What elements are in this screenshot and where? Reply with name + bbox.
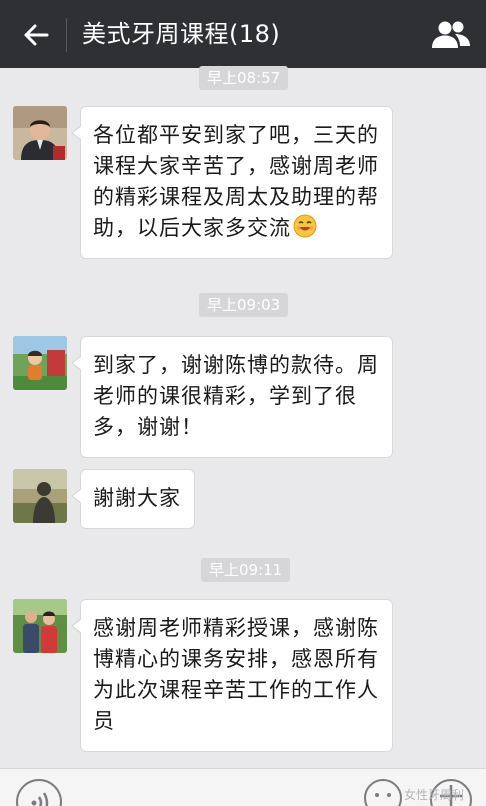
message-line: 课程大家辛苦了，感谢周老师 (93, 154, 379, 178)
sender-avatar[interactable] (13, 469, 67, 523)
message-line: 的精彩课程及周太及助理的帮 (93, 185, 379, 209)
sender-avatar[interactable] (13, 336, 67, 390)
group-members-icon (432, 21, 470, 48)
message-list[interactable]: 早上08:57 各位都平安到家了吧，三天的 课程大家辛苦了，感谢周老师 的精彩课… (0, 66, 486, 768)
message-bubble[interactable]: 各位都平安到家了吧，三天的 课程大家辛苦了，感谢周老师 的精彩课程及周太及助理的… (71, 106, 393, 259)
sender-avatar[interactable] (13, 599, 67, 653)
avatar-child (13, 336, 67, 390)
message-line: 老师的课很精彩，学到了很 (93, 384, 357, 408)
avatar-man-suit (13, 106, 67, 160)
smile-emoji-icon (293, 214, 317, 238)
message-line: 到家了，谢谢陈博的款待。周 (93, 353, 379, 377)
emoji-icon (375, 793, 391, 797)
back-button[interactable] (18, 18, 54, 52)
message-line: 各位都平安到家了吧，三天的 (93, 123, 379, 147)
avatar-couple (13, 599, 67, 653)
emoji-button[interactable] (364, 779, 402, 806)
group-members-button[interactable] (430, 20, 472, 50)
chat-header: 美式牙周课程(18) (0, 0, 486, 68)
timestamp: 早上08:57 (199, 66, 289, 90)
watermark: 女性牙周利 (404, 788, 465, 802)
avatar-shadow (13, 469, 67, 523)
message-bubble[interactable]: 到家了，谢谢陈博的款待。周 老师的课很精彩，学到了很 多，谢谢！ (71, 336, 393, 458)
voice-button[interactable] (16, 779, 62, 806)
chat-title: 美式牙周课程(18) (82, 20, 281, 48)
message-line: 员 (93, 709, 115, 733)
message-bubble[interactable]: 謝謝大家 (71, 469, 195, 529)
message-line: 助，以后大家多交流 (93, 216, 291, 240)
voice-icon (31, 792, 49, 806)
message-line: 感谢周老师精彩授课，感谢陈 (93, 616, 379, 640)
message-bubble[interactable]: 感谢周老师精彩授课，感谢陈 博精心的课务安排，感恩所有 为此次课程辛苦工作的工作… (71, 599, 393, 752)
message-line: 謝謝大家 (93, 486, 181, 510)
message-line: 为此次课程辛苦工作的工作人 (93, 678, 379, 702)
timestamp: 早上09:11 (201, 558, 291, 582)
timestamp: 早上09:03 (199, 293, 289, 317)
message-line: 多，谢谢！ (93, 415, 203, 439)
back-arrow-icon (24, 24, 49, 46)
header-divider (66, 18, 67, 52)
sender-avatar[interactable] (13, 106, 67, 160)
message-line: 博精心的课务安排，感恩所有 (93, 647, 379, 671)
